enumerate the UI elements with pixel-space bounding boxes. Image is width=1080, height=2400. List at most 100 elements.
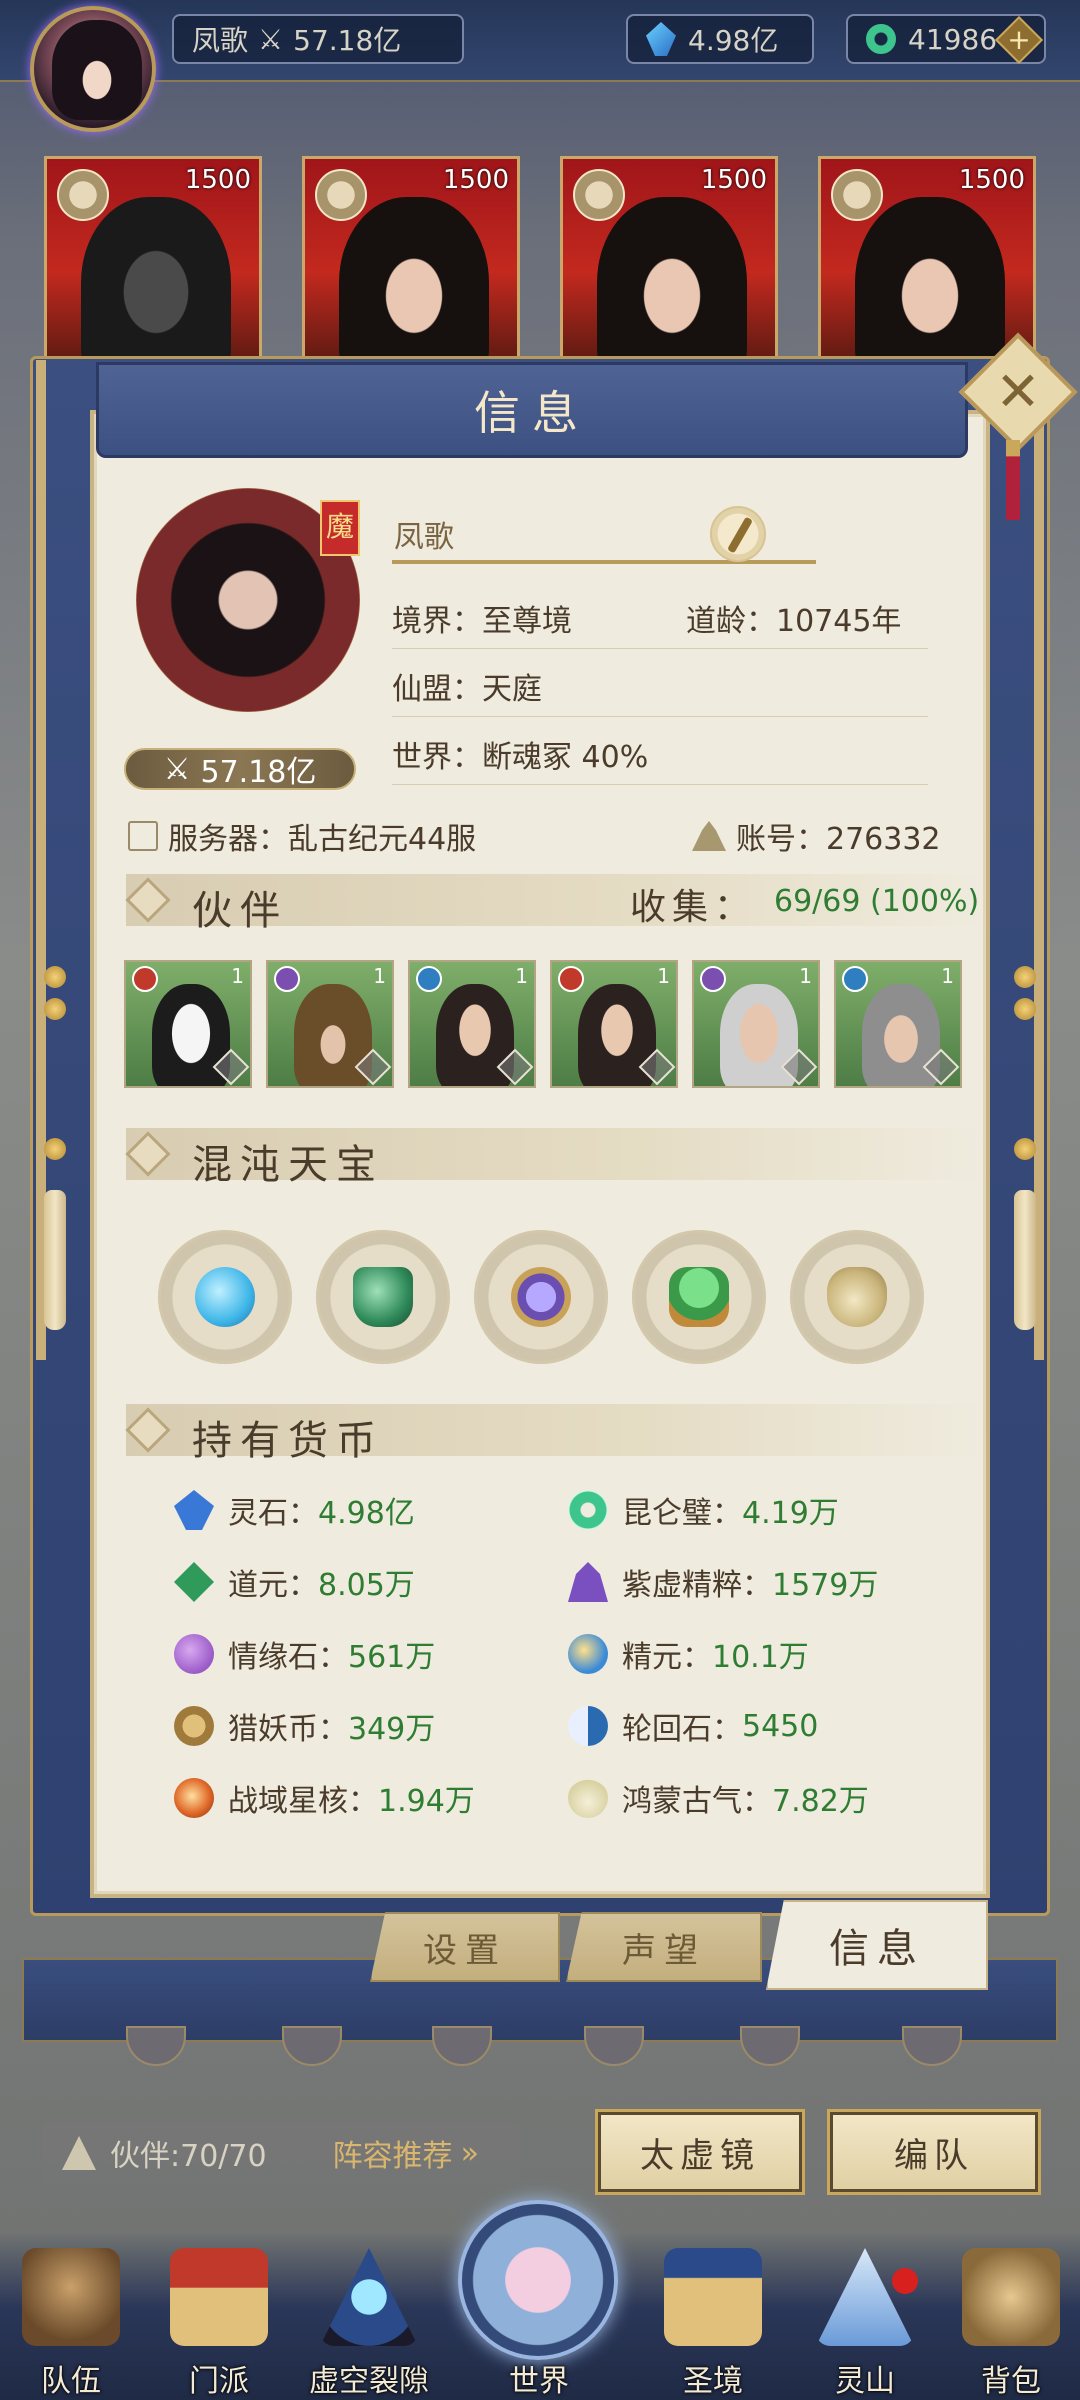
rod-pendant xyxy=(1014,1190,1036,1330)
jade-amount: 41986 xyxy=(908,22,998,56)
star-core-icon xyxy=(174,1778,214,1818)
slot-indicator xyxy=(432,2026,492,2066)
currency-item: 精元： 10.1万 xyxy=(568,1632,809,1676)
rod-bead xyxy=(1014,998,1036,1020)
water-element-icon xyxy=(842,966,868,992)
partner-card[interactable]: 1 xyxy=(834,960,962,1088)
jade-icon xyxy=(866,24,896,54)
rod-bead xyxy=(44,1138,66,1160)
tassel-decoration xyxy=(1006,440,1020,520)
profile-name: 凤歌 xyxy=(394,520,454,555)
name-underline xyxy=(392,560,816,564)
treasure-slot[interactable] xyxy=(632,1230,766,1364)
nav-label: 队伍 xyxy=(41,2364,101,2399)
tab-info[interactable]: 信息 xyxy=(766,1900,988,1990)
slot-indicator xyxy=(740,2026,800,2066)
profile-realm: 境界：至尊境 xyxy=(392,604,572,639)
purple-element-icon xyxy=(700,966,726,992)
treasure-slot[interactable] xyxy=(316,1230,450,1364)
currency-value: 5450 xyxy=(742,1708,819,1744)
hero-card[interactable]: 1500 xyxy=(560,156,778,368)
currency-value: 7.82万 xyxy=(772,1784,869,1819)
treasure-slot[interactable] xyxy=(474,1230,608,1364)
avatar-portrait xyxy=(52,20,142,120)
purple-mirror-icon xyxy=(511,1267,571,1327)
player-avatar[interactable] xyxy=(30,6,156,132)
fire-element-icon xyxy=(132,966,158,992)
nav-spirit-mountain[interactable]: 灵山 xyxy=(800,2240,930,2400)
player-info-pill: 凤歌 ⚔ 57.18亿 xyxy=(172,14,464,64)
nav-team[interactable]: 队伍 xyxy=(6,2240,136,2400)
treasure-slot[interactable] xyxy=(158,1230,292,1364)
hero-card[interactable]: 1500 xyxy=(818,156,1036,368)
currency-item: 灵石： 4.98亿 xyxy=(174,1488,415,1532)
panel-title: 信息 xyxy=(474,386,590,440)
currency-item: 昆仑璧： 4.19万 xyxy=(568,1488,839,1532)
jade-pill[interactable]: 41986 + xyxy=(846,14,1046,65)
partner-level: 1 xyxy=(941,964,954,988)
diamond-icon xyxy=(125,1131,171,1177)
tab-settings[interactable]: 设置 xyxy=(370,1912,560,1982)
currency-label: 精元： xyxy=(622,1640,712,1675)
slot-indicator xyxy=(584,2026,644,2066)
hero-badge-icon xyxy=(57,169,109,221)
kunlun-jade-icon xyxy=(568,1490,608,1530)
profile-age: 道龄：10745年 xyxy=(686,604,902,639)
lineup-recommend-link[interactable]: 阵容推荐 xyxy=(333,2131,453,2175)
nav-label: 圣境 xyxy=(683,2364,743,2399)
nav-label: 灵山 xyxy=(835,2364,895,2399)
panel-header: 信息 xyxy=(96,362,968,458)
formation-button[interactable]: 编队 xyxy=(827,2109,1041,2195)
notification-dot xyxy=(892,2268,918,2294)
currency-section-header: 持有货币 xyxy=(125,1404,986,1464)
rename-brush-icon[interactable] xyxy=(710,506,766,562)
partner-card[interactable]: 1 xyxy=(692,960,820,1088)
purple-crystal-icon xyxy=(568,1562,608,1602)
tab-reputation[interactable]: 声望 xyxy=(566,1912,762,1982)
account-row: 账号：276332 xyxy=(692,814,941,858)
currency-header-label: 持有货币 xyxy=(192,1418,384,1464)
hero-portrait xyxy=(339,197,489,365)
partner-level: 1 xyxy=(515,964,528,988)
power-icon: ⚔ xyxy=(258,22,284,56)
treasures-section-header: 混沌天宝 xyxy=(125,1128,986,1188)
nav-holy-realm[interactable]: 圣境 xyxy=(648,2240,778,2400)
partner-card[interactable]: 1 xyxy=(550,960,678,1088)
currency-value: 1.94万 xyxy=(378,1784,475,1819)
slot-indicator xyxy=(126,2026,186,2066)
currency-label: 昆仑璧： xyxy=(622,1496,742,1531)
blue-gourd-icon xyxy=(195,1267,255,1327)
nav-label: 虚空裂隙 xyxy=(309,2364,429,2399)
hero-badge-icon xyxy=(315,169,367,221)
nav-void-rift[interactable]: 虚空裂隙 xyxy=(296,2240,442,2400)
hero-card[interactable]: 1500 xyxy=(44,156,262,368)
spirit-stone-pill[interactable]: 4.98亿 xyxy=(626,14,814,64)
partner-card[interactable]: 1 xyxy=(266,960,394,1088)
currency-label: 道元： xyxy=(228,1568,318,1603)
power-icon: ⚔ xyxy=(163,751,191,787)
rod-bead xyxy=(44,966,66,988)
hero-cost: 1500 xyxy=(442,165,509,195)
divider xyxy=(392,648,928,649)
fate-stone-icon xyxy=(174,1634,214,1674)
nav-world[interactable]: 世界 xyxy=(474,2240,604,2400)
currency-item: 紫虚精粹： 1579万 xyxy=(568,1560,878,1604)
diamond-icon xyxy=(125,877,171,923)
rod-bead xyxy=(1014,1138,1036,1160)
nav-sect[interactable]: 门派 xyxy=(154,2240,284,2400)
gold-vase-icon xyxy=(827,1267,887,1327)
nav-backpack[interactable]: 背包 xyxy=(946,2240,1076,2400)
currency-value: 4.98亿 xyxy=(318,1496,415,1531)
hero-card[interactable]: 1500 xyxy=(302,156,520,368)
slot-indicator xyxy=(902,2026,962,2066)
collect-value: 69/69 (100%) xyxy=(774,884,980,919)
player-name: 凤歌 xyxy=(192,24,249,57)
partner-card[interactable]: 1 xyxy=(408,960,536,1088)
nav-label: 门派 xyxy=(189,2364,249,2399)
currency-value: 4.19万 xyxy=(742,1496,839,1531)
add-jade-button[interactable]: + xyxy=(994,15,1044,65)
diamond-icon xyxy=(125,1407,171,1453)
partner-card[interactable]: 1 xyxy=(124,960,252,1088)
taixu-mirror-button[interactable]: 太虚镜 xyxy=(595,2109,805,2195)
treasure-slot[interactable] xyxy=(790,1230,924,1364)
